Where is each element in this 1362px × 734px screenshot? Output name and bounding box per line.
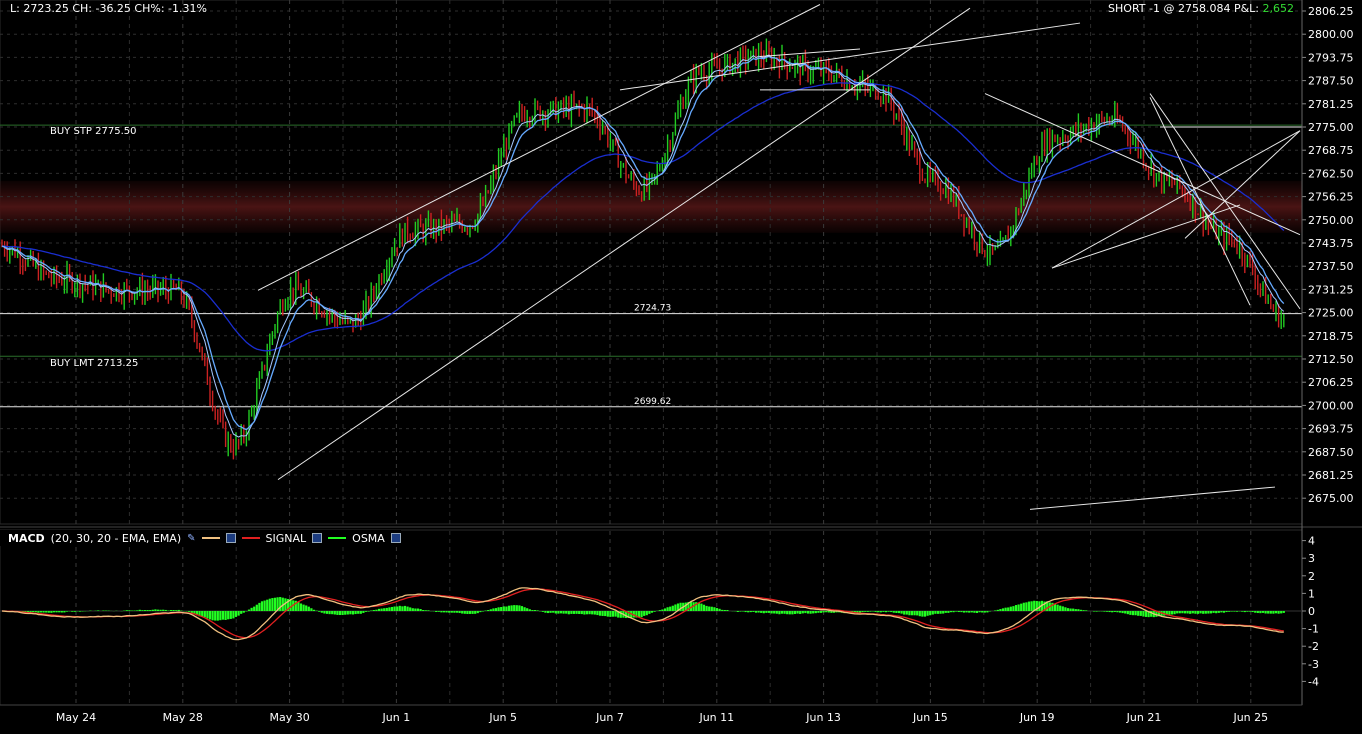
- osma-swatch: [328, 537, 347, 539]
- macd-y-tick-label: 4: [1308, 535, 1315, 548]
- position-text: SHORT -1 @ 2758.084 P&L:: [1108, 2, 1259, 15]
- y-tick-label: 2762.50: [1308, 167, 1354, 180]
- x-tick-label: Jun 13: [805, 711, 841, 724]
- x-tick-label: Jun 7: [595, 711, 624, 724]
- edit-icon[interactable]: ✎: [187, 533, 195, 544]
- x-tick-label: Jun 25: [1232, 711, 1268, 724]
- order-line-label: BUY LMT 2713.25: [50, 358, 138, 369]
- macd-y-tick-label: 3: [1308, 552, 1315, 565]
- macd-legend: MACD (20, 30, 20 - EMA, EMA) ✎ SIGNAL OS…: [0, 530, 401, 546]
- osma-label: OSMA: [352, 531, 385, 545]
- stats-text: L: 2723.25 CH: -36.25 CH%: -1.31%: [10, 2, 207, 15]
- osma-visible-checkbox[interactable]: [390, 533, 401, 543]
- macd-y-tick-label: 0: [1308, 605, 1315, 618]
- x-tick-label: May 24: [56, 711, 96, 724]
- macd-params: (20, 30, 20 - EMA, EMA): [50, 531, 182, 545]
- macd-y-tick-label: 2: [1308, 570, 1315, 583]
- order-line-label: BUY STP 2775.50: [50, 126, 136, 137]
- y-tick-label: 2800.00: [1308, 28, 1354, 41]
- pnl-value: 2,652: [1262, 2, 1295, 15]
- y-tick-label: 2750.00: [1308, 214, 1354, 227]
- macd-y-tick-label: -2: [1308, 640, 1319, 653]
- y-tick-label: 2787.50: [1308, 75, 1354, 88]
- y-tick-label: 2725.00: [1308, 307, 1354, 320]
- x-tick-label: Jun 15: [912, 711, 948, 724]
- macd-y-tick-label: -4: [1308, 675, 1319, 688]
- y-tick-label: 2743.75: [1308, 237, 1354, 250]
- chart-svg[interactable]: BUY STP 2775.50 BUY LMT 2713.25 2724.73 269…: [0, 0, 1362, 730]
- y-tick-label: 2775.00: [1308, 121, 1354, 134]
- y-tick-label: 2756.25: [1308, 191, 1354, 204]
- y-tick-label: 2693.75: [1308, 423, 1354, 436]
- macd-visible-checkbox[interactable]: [225, 533, 236, 543]
- y-tick-label: 2706.25: [1308, 376, 1354, 389]
- x-tick-label: Jun 19: [1019, 711, 1055, 724]
- y-tick-label: 2737.50: [1308, 260, 1354, 273]
- y-tick-label: 2718.75: [1308, 330, 1354, 343]
- x-tick-label: Jun 5: [488, 711, 517, 724]
- y-tick-label: 2731.25: [1308, 283, 1354, 296]
- x-tick-label: May 30: [269, 711, 309, 724]
- signal-line-swatch: [241, 537, 260, 539]
- macd-line-swatch: [201, 537, 220, 539]
- y-tick-label: 2768.75: [1308, 144, 1354, 157]
- level-line-label: 2699.62: [634, 397, 671, 407]
- x-tick-label: Jun 21: [1126, 711, 1162, 724]
- macd-y-tick-label: -1: [1308, 623, 1319, 636]
- y-tick-label: 2712.50: [1308, 353, 1354, 366]
- x-tick-label: Jun 1: [382, 711, 411, 724]
- position-readout: SHORT -1 @ 2758.084 P&L: 2,652: [1108, 2, 1294, 15]
- y-tick-label: 2675.00: [1308, 492, 1354, 505]
- y-tick-label: 2793.75: [1308, 51, 1354, 64]
- macd-y-tick-label: 1: [1308, 587, 1315, 600]
- y-tick-label: 2806.25: [1308, 5, 1354, 18]
- macd-y-tick-label: -3: [1308, 658, 1319, 671]
- x-tick-label: Jun 11: [698, 711, 734, 724]
- y-tick-label: 2700.00: [1308, 399, 1354, 412]
- signal-label: SIGNAL: [265, 531, 307, 545]
- macd-title: MACD: [8, 531, 45, 545]
- y-tick-label: 2781.25: [1308, 98, 1354, 111]
- stats-readout: L: 2723.25 CH: -36.25 CH%: -1.31%: [10, 2, 207, 15]
- level-line-label: 2724.73: [634, 304, 671, 314]
- y-tick-label: 2687.50: [1308, 446, 1354, 459]
- chart-root: BUY STP 2775.50 BUY LMT 2713.25 2724.73 269…: [0, 0, 1362, 730]
- y-tick-label: 2681.25: [1308, 469, 1354, 482]
- x-tick-label: May 28: [163, 711, 203, 724]
- signal-visible-checkbox[interactable]: [312, 533, 323, 543]
